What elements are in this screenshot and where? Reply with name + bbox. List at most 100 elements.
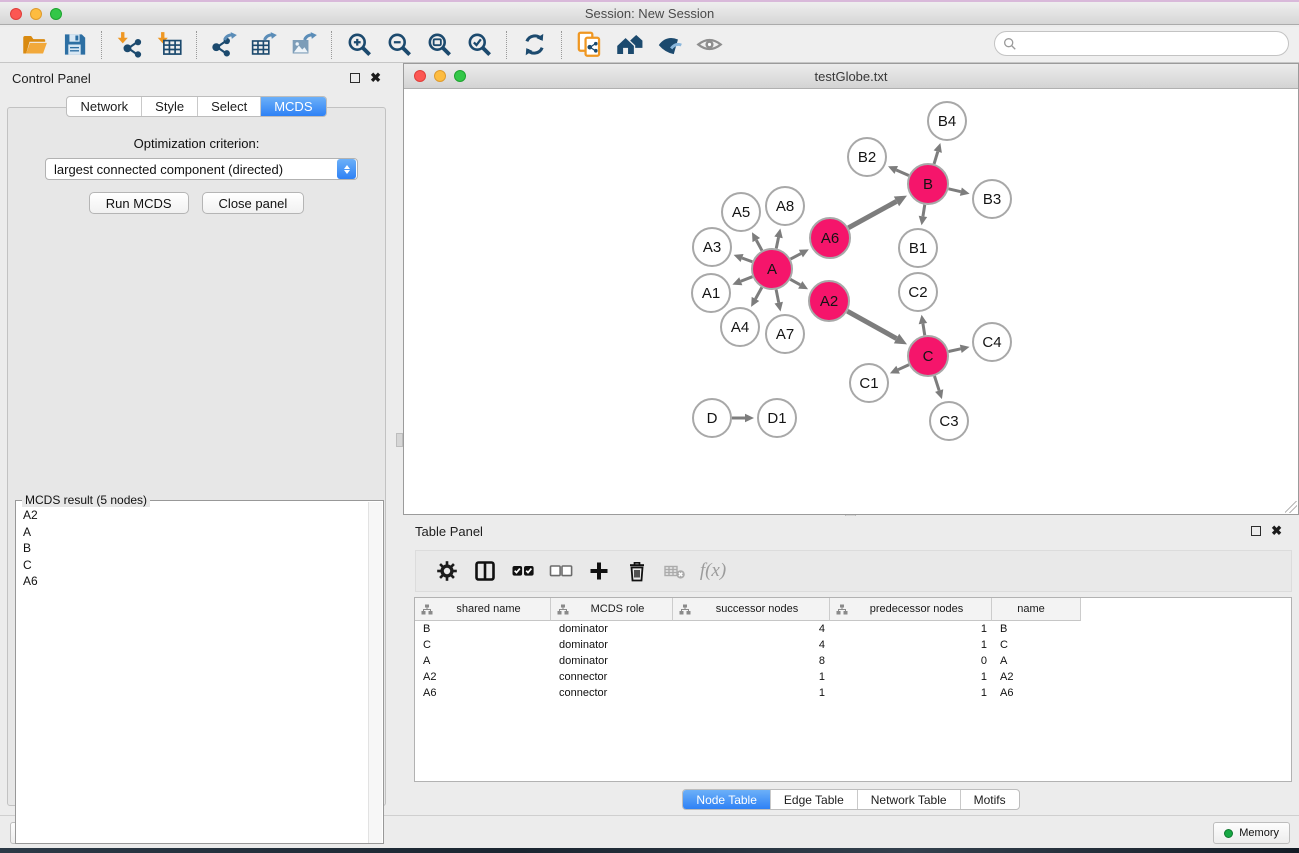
graph-node-A8[interactable]: A8 [766,187,804,225]
save-session-button[interactable] [54,29,94,61]
network-minimize-button[interactable] [434,70,446,82]
cell-successor-nodes[interactable]: 4 [673,637,830,653]
graph-edge-A-A7[interactable] [775,290,783,312]
column-view-button[interactable] [466,554,504,588]
cell-shared-name[interactable]: A2 [415,669,551,685]
cell-predecessor-nodes[interactable]: 1 [830,685,992,701]
deselect-all-button[interactable] [542,554,580,588]
graph-node-A3[interactable]: A3 [693,228,731,266]
graph-node-B2[interactable]: B2 [848,138,886,176]
hide-selected-button[interactable] [649,29,689,61]
refresh-layout-button[interactable] [514,29,554,61]
graph-edge-B-B2[interactable] [888,166,909,175]
minimize-window-button[interactable] [30,8,42,20]
cell-MCDS-role[interactable]: connector [551,685,673,701]
cell-MCDS-role[interactable]: dominator [551,653,673,669]
show-all-button[interactable] [689,29,729,61]
float-table-panel-icon[interactable] [1251,526,1261,536]
table-row[interactable]: Cdominator41C [415,637,1291,653]
graph-edge-A-A6[interactable] [791,249,809,259]
cell-MCDS-role[interactable]: connector [551,669,673,685]
graph-node-B1[interactable]: B1 [899,229,937,267]
network-zoom-button[interactable] [454,70,466,82]
graph-node-B[interactable]: B [908,164,948,204]
result-scrollbar[interactable] [368,502,382,843]
criterion-dropdown[interactable]: largest connected component (directed) [45,158,358,180]
column-header-MCDS-role[interactable]: MCDS role [551,598,673,621]
graph-edge-C-C3[interactable] [934,376,943,399]
tab-select[interactable]: Select [197,97,260,116]
graph-node-A4[interactable]: A4 [721,308,759,346]
delete-row-button[interactable] [618,554,656,588]
import-network-button[interactable] [109,29,149,61]
network-close-button[interactable] [414,70,426,82]
graph-edge-A-A5[interactable] [752,232,762,250]
graph-edge-A-A4[interactable] [751,287,762,306]
run-mcds-button[interactable]: Run MCDS [89,192,189,214]
cell-shared-name[interactable]: C [415,637,551,653]
cell-shared-name[interactable]: A [415,653,551,669]
graph-node-A7[interactable]: A7 [766,315,804,353]
close-table-panel-icon[interactable]: ✖ [1271,526,1282,536]
cell-predecessor-nodes[interactable]: 1 [830,669,992,685]
cell-name[interactable]: A [992,653,1081,669]
cell-shared-name[interactable]: B [415,621,551,637]
add-row-button[interactable] [580,554,618,588]
graph-edge-B-B4[interactable] [934,143,942,164]
float-panel-icon[interactable] [350,73,360,83]
graph-node-A1[interactable]: A1 [692,274,730,312]
cell-predecessor-nodes[interactable]: 1 [830,621,992,637]
close-window-button[interactable] [10,8,22,20]
tab-edge-table[interactable]: Edge Table [770,790,857,809]
graph-edge-C-C1[interactable] [890,365,909,374]
open-session-button[interactable] [14,29,54,61]
network-canvas[interactable]: B4B2BB3A5A8A6B1A3AA1C2A2A4A7C4CC1C3DD1 [404,89,1298,514]
cell-successor-nodes[interactable]: 1 [673,685,830,701]
mcds-result-item[interactable]: A2 [23,507,383,524]
column-header-successor-nodes[interactable]: successor nodes [673,598,830,621]
column-header-shared-name[interactable]: shared name [415,598,551,621]
graph-node-D[interactable]: D [693,399,731,437]
function-builder-button[interactable]: f(x) [694,554,732,588]
zoom-fit-button[interactable] [419,29,459,61]
table-row[interactable]: Bdominator41B [415,621,1291,637]
graph-edge-B-B3[interactable] [948,188,969,196]
graph-edge-A6-B[interactable] [848,196,907,228]
export-network-button[interactable] [204,29,244,61]
mcds-result-item[interactable]: A6 [23,573,383,590]
graph-edge-C-C2[interactable] [919,315,927,336]
export-table-button[interactable] [244,29,284,61]
graph-node-A6[interactable]: A6 [810,218,850,258]
vertical-split-grip[interactable] [396,433,403,447]
cell-successor-nodes[interactable]: 8 [673,653,830,669]
zoom-window-button[interactable] [50,8,62,20]
graph-node-B4[interactable]: B4 [928,102,966,140]
graph-edge-A-A8[interactable] [774,229,782,249]
cell-name[interactable]: C [992,637,1081,653]
graph-node-C2[interactable]: C2 [899,273,937,311]
cell-predecessor-nodes[interactable]: 0 [830,653,992,669]
graph-node-A5[interactable]: A5 [722,193,760,231]
close-panel-icon[interactable]: ✖ [370,73,381,83]
tab-style[interactable]: Style [141,97,197,116]
graph-node-C[interactable]: C [908,336,948,376]
table-row[interactable]: A2connector11A2 [415,669,1291,685]
graph-edge-B-B1[interactable] [919,205,927,226]
graph-edge-A-A3[interactable] [734,254,753,262]
graph-edge-A2-C[interactable] [847,311,907,344]
table-row[interactable]: Adominator80A [415,653,1291,669]
cell-successor-nodes[interactable]: 4 [673,621,830,637]
graph-node-C1[interactable]: C1 [850,364,888,402]
graph-node-B3[interactable]: B3 [973,180,1011,218]
cell-name[interactable]: A6 [992,685,1081,701]
window-resize-grip[interactable] [1285,501,1297,513]
zoom-out-button[interactable] [379,29,419,61]
graph-node-C4[interactable]: C4 [973,323,1011,361]
cell-shared-name[interactable]: A6 [415,685,551,701]
close-panel-button[interactable]: Close panel [202,192,305,214]
cell-predecessor-nodes[interactable]: 1 [830,637,992,653]
new-network-from-selection-button[interactable] [569,29,609,61]
graph-edge-C-C4[interactable] [949,345,970,353]
tab-mcds[interactable]: MCDS [260,97,325,116]
select-all-button[interactable] [504,554,542,588]
